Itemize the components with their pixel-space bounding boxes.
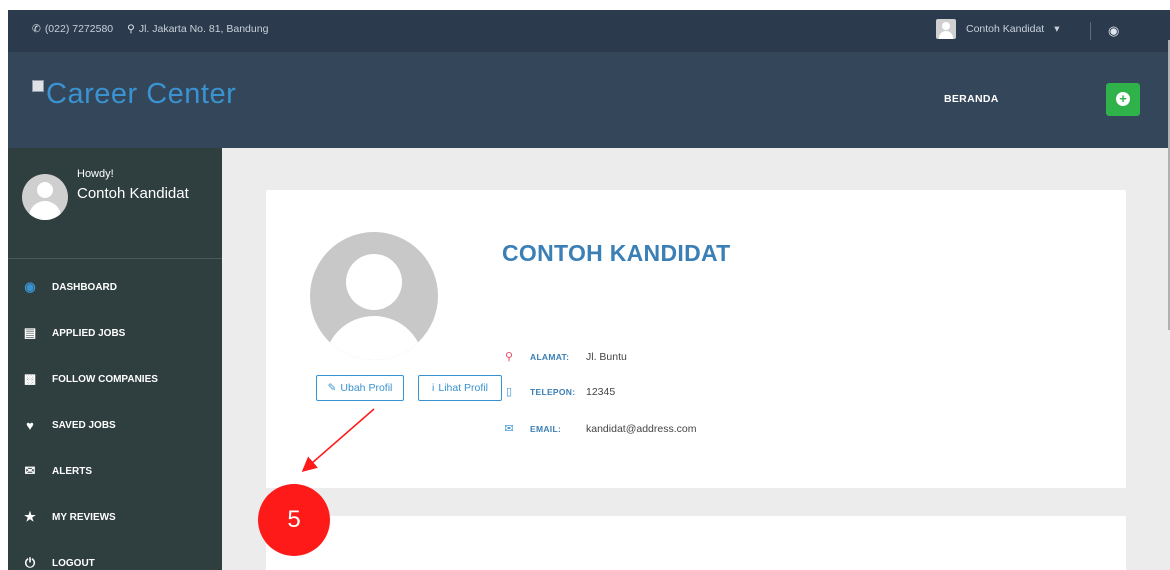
id-card-icon: ▤ xyxy=(23,325,37,340)
howdy-text: Howdy! xyxy=(77,168,114,180)
profile-avatar xyxy=(310,232,438,360)
briefcase-icon: ▩ xyxy=(23,371,37,386)
power-icon: ⏻ xyxy=(24,555,36,570)
user-avatar-icon xyxy=(936,19,956,39)
phone-label: TELEPON: xyxy=(530,386,576,397)
sidebar-item-label: ALERTS xyxy=(52,465,92,477)
view-profile-button[interactable]: i Lihat Profil xyxy=(418,375,502,401)
star-icon: ★ xyxy=(24,509,36,524)
email-label: EMAIL: xyxy=(530,423,562,434)
headset-icon: ◉ xyxy=(24,279,36,294)
sidebar-item-saved-jobs[interactable]: ♥ SAVED JOBS xyxy=(8,402,222,448)
sidebar-item-logout[interactable]: ⏻ LOGOUT xyxy=(8,540,222,570)
profile-name: CONTOH KANDIDAT xyxy=(502,240,731,266)
heart-icon: ♥ xyxy=(26,417,34,433)
top-bar: ✆ (022) 7272580 ⚲ Jl. Jakarta No. 81, Band… xyxy=(8,10,1170,52)
email-value: kandidat@address.com xyxy=(586,422,697,435)
site-header: Career Center BERANDA + xyxy=(8,52,1170,148)
contact-info: ✆ (022) 7272580 ⚲ Jl. Jakarta No. 81, Band… xyxy=(32,23,268,35)
edit-profile-button[interactable]: ✎ Ubah Profil xyxy=(316,375,404,401)
address-text: Jl. Jakarta No. 81, Bandung xyxy=(138,23,269,35)
address-value: Jl. Buntu xyxy=(586,350,627,363)
add-button[interactable]: + xyxy=(1106,83,1140,116)
nav-beranda[interactable]: BERANDA xyxy=(944,93,999,105)
map-marker-icon: ⚲ xyxy=(504,351,514,363)
app-window: ✆ (022) 7272580 ⚲ Jl. Jakarta No. 81, Band… xyxy=(8,10,1170,570)
sidebar-item-label: APPLIED JOBS xyxy=(52,327,126,339)
email-row: ✉ EMAIL: kandidat@address.com xyxy=(502,422,697,436)
phone-row: ▯ TELEPON: 12345 xyxy=(502,385,616,399)
avatar xyxy=(22,174,68,220)
mobile-icon: ▯ xyxy=(505,386,513,398)
step-badge: 5 xyxy=(258,484,330,556)
secondary-card xyxy=(266,516,1126,570)
sidebar-item-alerts[interactable]: ✉ ALERTS xyxy=(8,448,222,494)
topbar-divider xyxy=(1090,22,1091,40)
profile-card: ✎ Ubah Profil i Lihat Profil CONTOH KAND… xyxy=(266,190,1126,488)
phone-value: 12345 xyxy=(586,385,616,398)
sidebar-item-label: MY REVIEWS xyxy=(52,511,116,523)
sidebar-item-label: FOLLOW COMPANIES xyxy=(52,373,158,385)
sidebar-item-applied-jobs[interactable]: ▤ APPLIED JOBS xyxy=(8,310,222,356)
user-name: Contoh Kandidat xyxy=(966,23,1045,35)
edit-profile-label: Ubah Profil xyxy=(340,382,393,394)
broken-image-icon xyxy=(32,80,44,92)
phone-icon: ✆ xyxy=(32,23,41,35)
globe-icon[interactable]: ◉ xyxy=(1108,23,1119,39)
sidebar-item-label: DASHBOARD xyxy=(52,281,117,293)
phone-info: ✆ (022) 7272580 xyxy=(32,23,113,35)
envelope-icon: ✉ xyxy=(24,463,36,478)
address-label: ALAMAT: xyxy=(530,351,570,362)
address-row: ⚲ ALAMAT: Jl. Buntu xyxy=(502,350,627,364)
sidebar-item-label: SAVED JOBS xyxy=(52,419,116,431)
sidebar-item-my-reviews[interactable]: ★ MY REVIEWS xyxy=(8,494,222,540)
phone-number: (022) 7272580 xyxy=(44,23,114,35)
envelope-icon: ✉ xyxy=(504,423,514,435)
sidebar: Howdy! Contoh Kandidat ◉ DASHBOARD ▤ APP… xyxy=(8,148,222,570)
sidebar-divider xyxy=(8,258,222,259)
sidebar-item-label: LOGOUT xyxy=(52,557,95,569)
user-greeting: Howdy! Contoh Kandidat xyxy=(22,166,222,256)
plus-icon: + xyxy=(1116,92,1130,106)
chevron-down-icon: ▾ xyxy=(1054,23,1060,35)
sidebar-item-follow-companies[interactable]: ▩ FOLLOW COMPANIES xyxy=(8,356,222,402)
sidebar-user-name: Contoh Kandidat xyxy=(77,185,189,202)
sidebar-item-dashboard[interactable]: ◉ DASHBOARD xyxy=(8,264,222,310)
address-info: ⚲ Jl. Jakarta No. 81, Bandung xyxy=(127,23,268,35)
view-profile-label: Lihat Profil xyxy=(438,382,488,394)
info-icon: i xyxy=(432,382,435,394)
logo-text: Career Center xyxy=(46,78,237,110)
map-pin-icon: ⚲ xyxy=(127,23,135,35)
edit-icon: ✎ xyxy=(327,382,337,394)
user-menu[interactable]: Contoh Kandidat ▾ xyxy=(936,19,1060,39)
site-logo[interactable]: Career Center xyxy=(32,78,236,111)
